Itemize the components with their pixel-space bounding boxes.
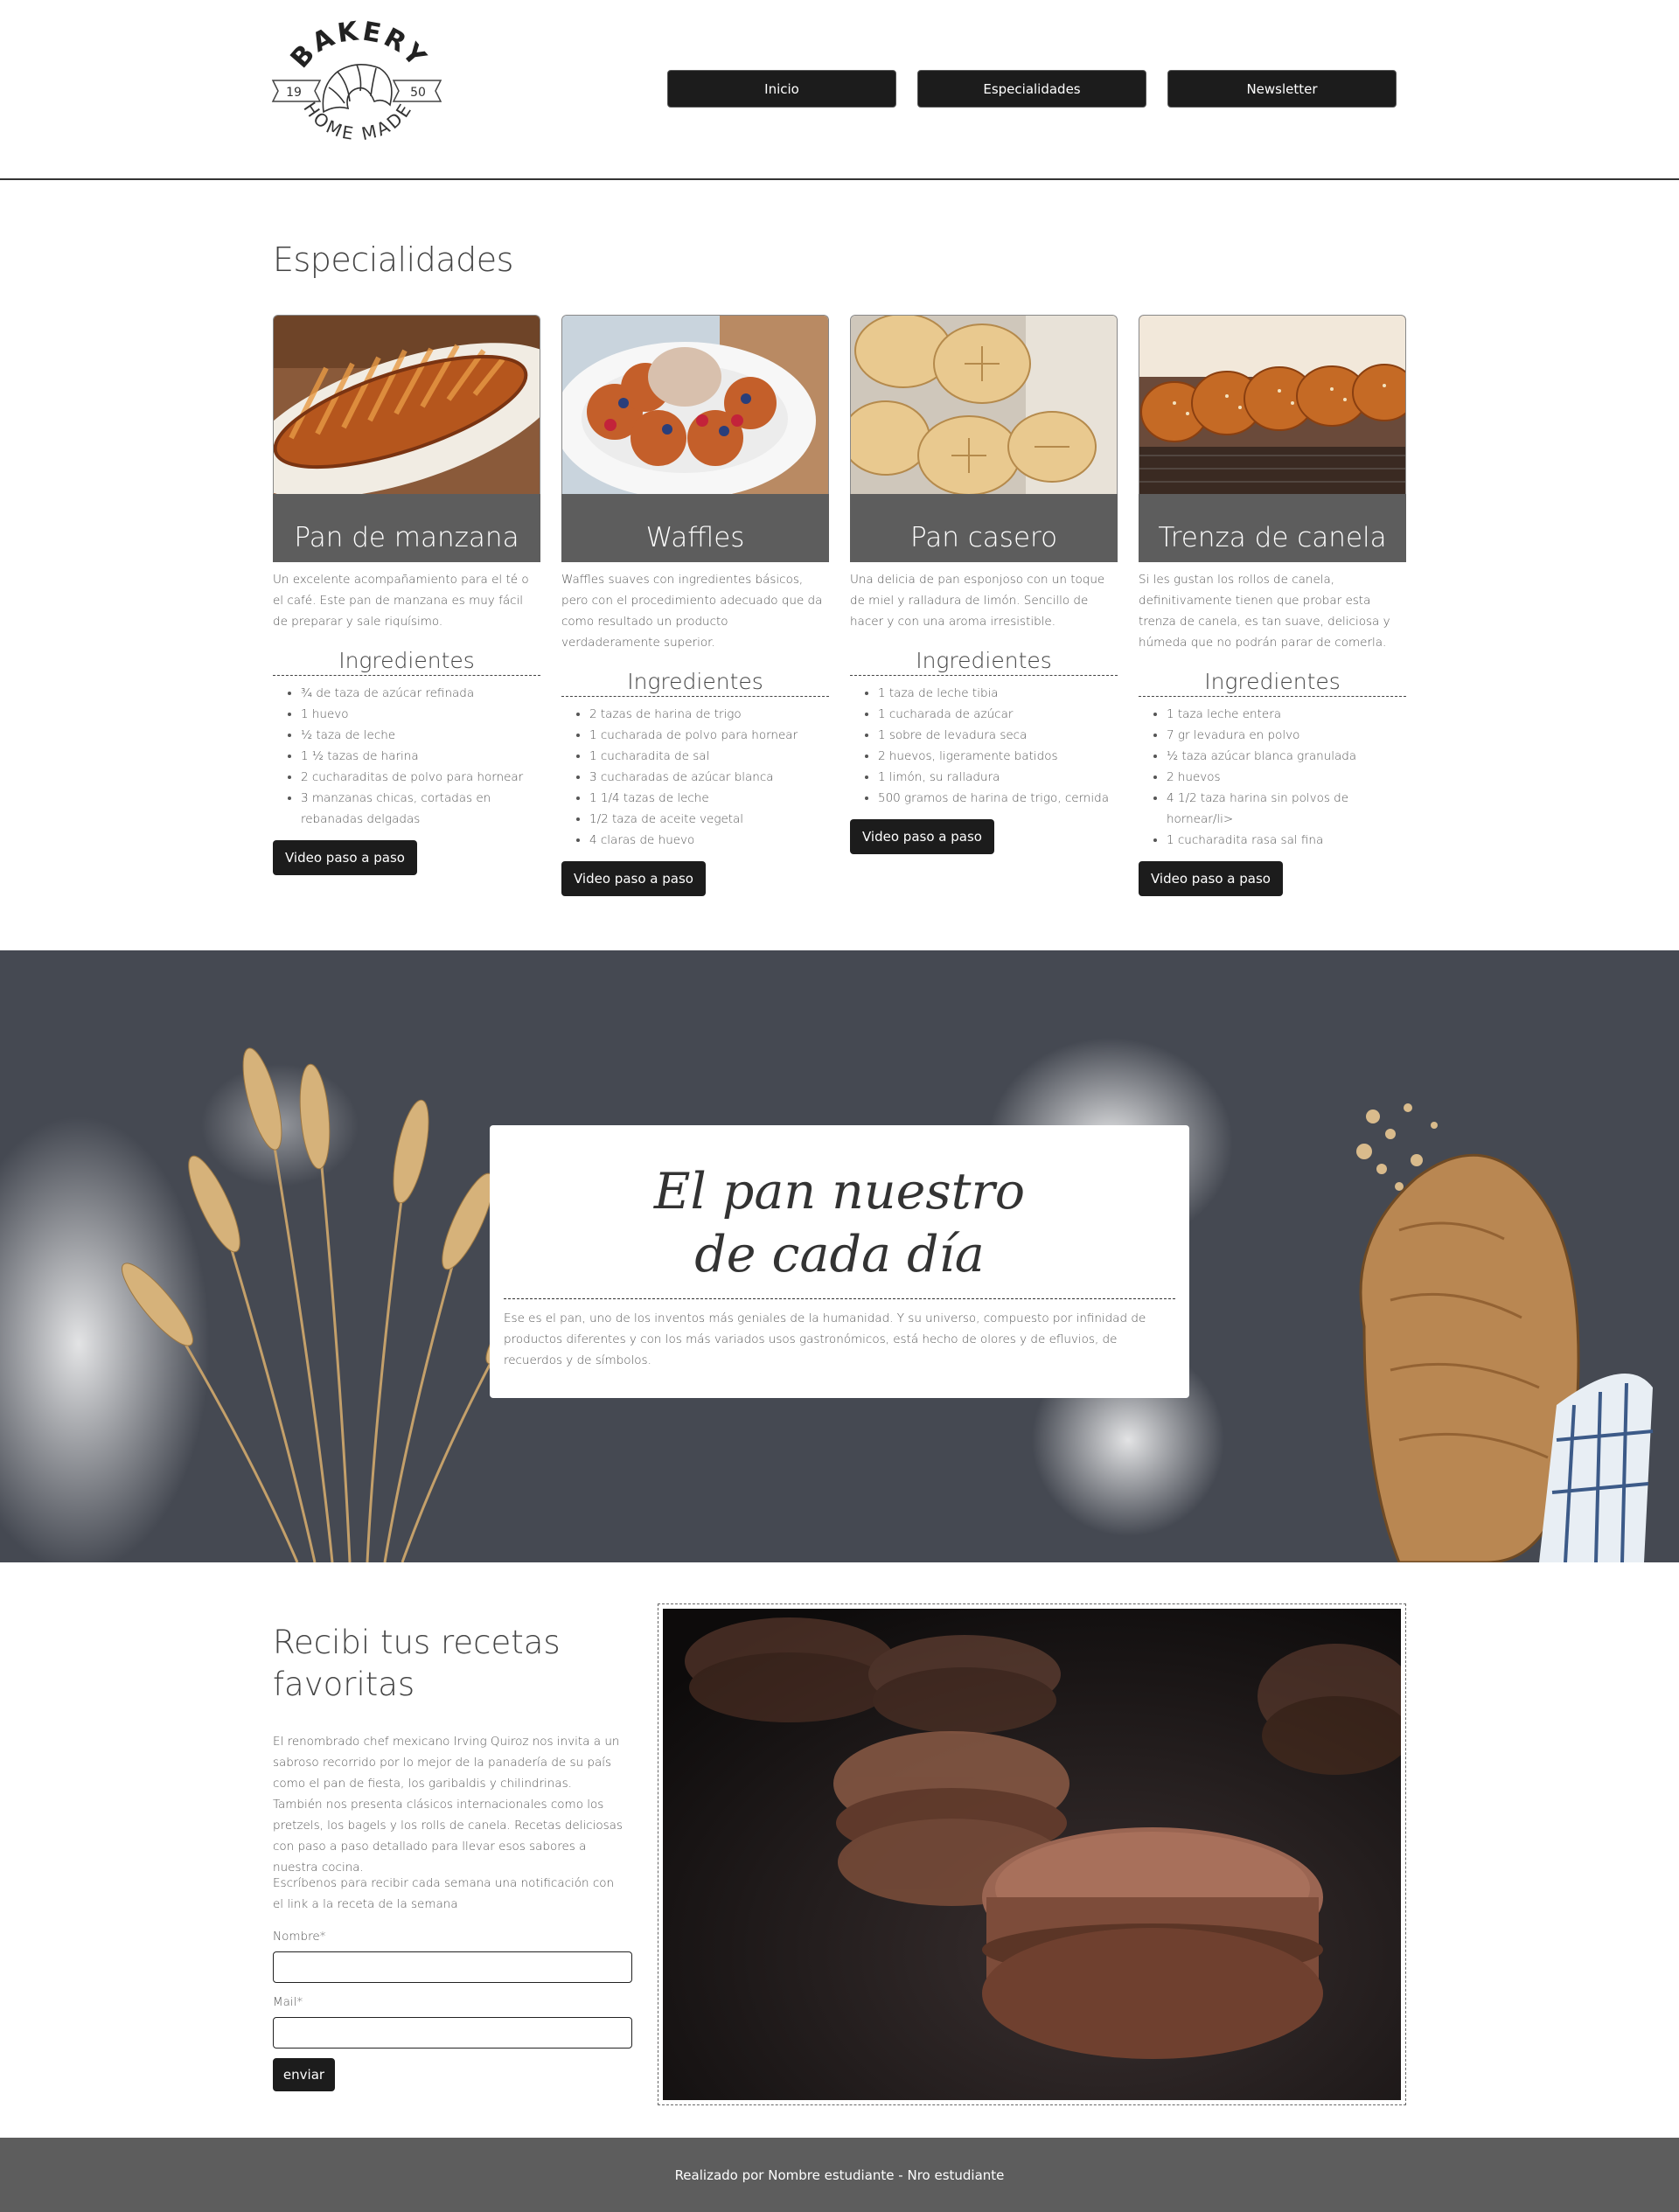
footer-text: Realizado por Nombre estudiante - Nro es… bbox=[674, 2167, 1005, 2183]
nav-especialidades-button[interactable]: Especialidades bbox=[917, 70, 1146, 108]
recipe-card: Waffles Waffles suaves con ingredientes … bbox=[561, 315, 829, 896]
ingredients-list: 1 taza de leche tibia 1 cucharada de azú… bbox=[850, 683, 1118, 809]
site-footer: Realizado por Nombre estudiante - Nro es… bbox=[0, 2138, 1679, 2212]
specialties-title: Especialidades bbox=[273, 240, 513, 279]
list-item: 1 cucharada de polvo para hornear bbox=[589, 725, 829, 746]
list-item: 7 gr levadura en polvo bbox=[1167, 725, 1406, 746]
video-button[interactable]: Video paso a paso bbox=[561, 861, 706, 896]
list-item: 2 tazas de harina de trigo bbox=[589, 704, 829, 725]
list-item: ½ taza azúcar blanca granulada bbox=[1167, 746, 1406, 767]
recipe-card-title: Pan casero bbox=[850, 494, 1118, 562]
svg-text:19: 19 bbox=[286, 86, 302, 100]
video-button[interactable]: Video paso a paso bbox=[273, 840, 417, 875]
list-item: 3 manzanas chicas, cortadas en rebanadas… bbox=[301, 788, 540, 830]
specialties-cards: Pan de manzana Un excelente acompañamien… bbox=[273, 315, 1406, 896]
macarons-image bbox=[663, 1609, 1401, 2100]
bakery-logo[interactable]: BAKERY HOME MADE 19 50 bbox=[269, 16, 444, 166]
waffles-image bbox=[561, 315, 829, 494]
recipe-card-description: Un excelente acompañamiento para el té o… bbox=[273, 573, 529, 629]
list-item: ¾ de taza de azúcar refinada bbox=[301, 683, 540, 704]
recipe-card: Pan casero Una delicia de pan esponjoso … bbox=[850, 315, 1118, 854]
site-header: BAKERY HOME MADE 19 50 Inicio Especialid… bbox=[0, 0, 1679, 180]
recipe-card-title: Trenza de canela bbox=[1139, 494, 1406, 562]
list-item: 1 sobre de levadura seca bbox=[878, 725, 1118, 746]
list-item: 1/2 taza de aceite vegetal bbox=[589, 809, 829, 830]
mail-label: Mail* bbox=[273, 1995, 303, 2009]
ingredients-list: 1 taza leche entera 7 gr levadura en pol… bbox=[1139, 704, 1406, 851]
list-item: 4 claras de huevo bbox=[589, 830, 829, 851]
ingredients-list: ¾ de taza de azúcar refinada 1 huevo ½ t… bbox=[273, 683, 540, 830]
video-button[interactable]: Video paso a paso bbox=[850, 819, 994, 854]
main-nav: Inicio Especialidades Newsletter bbox=[667, 70, 1397, 108]
braided-bread-image bbox=[1139, 315, 1406, 494]
ingredients-heading: Ingredientes bbox=[561, 669, 829, 697]
apple-bread-image bbox=[273, 315, 540, 494]
list-item: 1 taza leche entera bbox=[1167, 704, 1406, 725]
list-item: 1 cucharadita de sal bbox=[589, 746, 829, 767]
name-field[interactable] bbox=[273, 1951, 632, 1983]
subscribe-paragraph: El renombrado chef mexicano Irving Quiro… bbox=[273, 1735, 623, 1875]
ingredients-heading: Ingredientes bbox=[1139, 669, 1406, 697]
list-item: 2 cucharaditas de polvo para hornear bbox=[301, 767, 540, 788]
ingredients-heading: Ingredientes bbox=[273, 648, 540, 676]
video-button[interactable]: Video paso a paso bbox=[1139, 861, 1283, 896]
list-item: 1 1/4 tazas de leche bbox=[589, 788, 829, 809]
svg-text:HOME MADE: HOME MADE bbox=[299, 98, 416, 144]
banner-title-line1: El pan nuestro bbox=[653, 1163, 1026, 1221]
subscribe-title: Recibi tus recetas favoritas bbox=[273, 1624, 561, 1703]
recipe-card-title: Waffles bbox=[561, 494, 829, 562]
name-label: Nombre* bbox=[273, 1930, 326, 1944]
banner-divider bbox=[504, 1298, 1175, 1299]
svg-text:50: 50 bbox=[410, 86, 426, 100]
ingredients-heading: Ingredientes bbox=[850, 648, 1118, 676]
list-item: 1 ½ tazas de harina bbox=[301, 746, 540, 767]
list-item: 2 huevos bbox=[1167, 767, 1406, 788]
list-item: 1 cucharada de azúcar bbox=[878, 704, 1118, 725]
bread-rolls-image bbox=[850, 315, 1118, 494]
list-item: ½ taza de leche bbox=[301, 725, 540, 746]
nav-inicio-button[interactable]: Inicio bbox=[667, 70, 896, 108]
list-item: 1 taza de leche tibia bbox=[878, 683, 1118, 704]
recipe-card: Pan de manzana Un excelente acompañamien… bbox=[273, 315, 540, 875]
banner-text: Ese es el pan, uno de los inventos más g… bbox=[504, 1311, 1146, 1367]
nav-newsletter-button[interactable]: Newsletter bbox=[1167, 70, 1397, 108]
list-item: 3 cucharadas de azúcar blanca bbox=[589, 767, 829, 788]
list-item: 500 gramos de harina de trigo, cernida bbox=[878, 788, 1118, 809]
list-item: 4 1/2 taza harina sin polvos de hornear/… bbox=[1167, 788, 1406, 830]
recipe-card-description: Si les gustan los rollos de canela, defi… bbox=[1139, 573, 1390, 650]
send-button[interactable]: enviar bbox=[273, 2058, 335, 2091]
recipe-card-title: Pan de manzana bbox=[273, 494, 540, 562]
list-item: 1 huevo bbox=[301, 704, 540, 725]
list-item: 2 huevos, ligeramente batidos bbox=[878, 746, 1118, 767]
banner-title: El pan nuestro de cada día bbox=[490, 1160, 1189, 1286]
ingredients-list: 2 tazas de harina de trigo 1 cucharada d… bbox=[561, 704, 829, 851]
bread-banner: El pan nuestro de cada día Ese es el pan… bbox=[0, 950, 1679, 1562]
list-item: 1 cucharadita rasa sal fina bbox=[1167, 830, 1406, 851]
subscribe-instructions: Escríbenos para recibir cada semana una … bbox=[273, 1876, 615, 1911]
macaron-image-frame bbox=[658, 1603, 1406, 2105]
banner-title-line2: de cada día bbox=[694, 1226, 985, 1283]
mail-field[interactable] bbox=[273, 2017, 632, 2049]
recipe-card-description: Una delicia de pan esponjoso con un toqu… bbox=[850, 573, 1105, 629]
recipe-card: Trenza de canela Si les gustan los rollo… bbox=[1139, 315, 1406, 896]
recipe-card-description: Waffles suaves con ingredientes básicos,… bbox=[561, 573, 823, 650]
list-item: 1 limón, su ralladura bbox=[878, 767, 1118, 788]
banner-card: El pan nuestro de cada día Ese es el pan… bbox=[490, 1125, 1189, 1398]
croissant-logo-icon: BAKERY HOME MADE 19 50 bbox=[271, 16, 442, 144]
